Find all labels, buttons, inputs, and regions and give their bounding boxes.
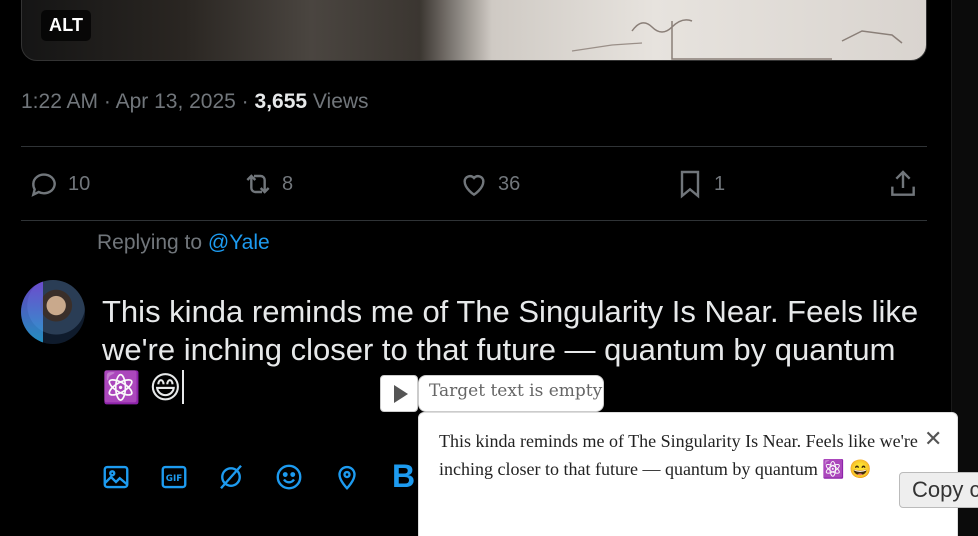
grok-icon: [220, 464, 242, 490]
share-icon: [891, 170, 915, 196]
location-pin-icon: [338, 465, 356, 490]
reply-count: 10: [68, 172, 91, 195]
text-caret: [181, 370, 184, 404]
whiteboard-scribble: [571, 19, 903, 60]
reply-handle-link[interactable]: @Yale: [208, 231, 270, 254]
replying-to: Replying to @Yale: [97, 231, 270, 255]
bold-button[interactable]: B: [392, 458, 415, 495]
meta-separator: ·: [98, 90, 116, 113]
emoji-button[interactable]: [274, 462, 304, 492]
meta-separator: ·: [235, 90, 255, 113]
retweet-button[interactable]: 8: [242, 168, 293, 200]
tweet-time[interactable]: 1:22 AM: [21, 90, 98, 113]
smiley-icon: [276, 464, 302, 490]
popup-source-text: This kinda reminds me of The Singularity…: [439, 431, 918, 479]
gif-button[interactable]: GIF: [159, 462, 189, 492]
image-icon: [103, 465, 129, 489]
media-upload-button[interactable]: [101, 462, 131, 492]
like-count: 36: [498, 172, 521, 195]
alt-badge[interactable]: ALT: [41, 10, 92, 41]
close-icon[interactable]: ✕: [924, 427, 942, 452]
like-button[interactable]: 36: [458, 168, 520, 200]
share-button[interactable]: [887, 168, 919, 200]
tweet-meta: 1:22 AM · Apr 13, 2025 · 3,655 Views: [21, 90, 369, 114]
tweet-media-image[interactable]: [21, 0, 927, 61]
svg-text:GIF: GIF: [166, 474, 182, 484]
replying-prefix: Replying to: [97, 231, 208, 254]
location-button[interactable]: [332, 462, 362, 492]
grok-button[interactable]: [216, 462, 246, 492]
bookmark-icon: [680, 170, 700, 199]
play-icon: [393, 384, 408, 403]
gif-icon: GIF: [161, 465, 187, 489]
divider: [21, 220, 927, 221]
heart-icon: [463, 175, 485, 197]
tweet-date[interactable]: Apr 13, 2025: [116, 90, 236, 113]
divider: [21, 146, 927, 147]
retweet-icon: [246, 174, 270, 194]
bookmark-button[interactable]: 1: [674, 168, 725, 200]
avatar[interactable]: [21, 280, 85, 344]
reply-button[interactable]: 10: [28, 168, 90, 200]
copy-button[interactable]: Copy c: [899, 472, 978, 508]
translator-popup: This kinda reminds me of The Singularity…: [418, 412, 958, 536]
reply-icon: [31, 173, 56, 197]
views-count[interactable]: 3,655: [255, 90, 308, 113]
retweet-count: 8: [282, 172, 294, 195]
bookmark-count: 1: [714, 172, 726, 195]
target-text-status: Target text is empty: [418, 375, 604, 412]
play-audio-button[interactable]: [380, 375, 418, 412]
views-label: Views: [307, 90, 369, 113]
